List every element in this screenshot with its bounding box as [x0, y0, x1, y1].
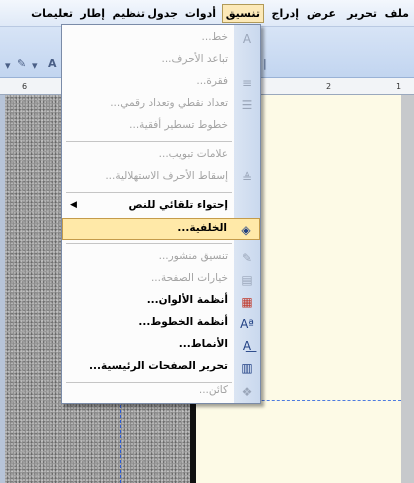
page-options-icon: ▤ — [241, 273, 253, 287]
fill-bucket-icon: ◈ — [241, 223, 251, 237]
menu-item-label: تحرير الصفحات الرئيسية... — [89, 360, 228, 372]
object-icon: ❖ — [241, 385, 253, 399]
font-icon: A — [242, 32, 252, 46]
menu-item-font[interactable]: A خط... — [62, 28, 260, 50]
menu-item-label: كائن... — [198, 384, 228, 396]
ruler-tick: 2 — [326, 82, 332, 91]
menu-item-character-spacing[interactable]: تباعد الأحرف... — [62, 50, 260, 72]
menu-separator — [66, 141, 232, 142]
master-pages-icon: ▥ — [241, 361, 253, 375]
menu-item-label: الأنماط... — [178, 338, 228, 350]
dropdown-arrow-icon[interactable]: ▾ — [32, 59, 38, 72]
menu-item-label: تباعد الأحرف... — [161, 53, 229, 65]
color-scheme-icon: ▦ — [241, 295, 253, 309]
menu-item-label: تنسيق منشور... — [158, 250, 228, 262]
menu-item-edit-master-pages[interactable]: ▥ تحرير الصفحات الرئيسية... — [62, 357, 260, 379]
menu-item-label: فقرة... — [196, 75, 228, 87]
font-scheme-icon: Aª — [240, 317, 254, 331]
dropcap-icon: ≜ — [241, 171, 253, 185]
dropdown-arrow-icon[interactable]: ▾ — [5, 59, 11, 72]
menu-bar: ملف تحرير عرض إدراج تنسيق أدوات جدول تنظ… — [0, 0, 414, 27]
publication-icon: ✎ — [241, 251, 253, 265]
paragraph-icon: ≡ — [241, 76, 253, 90]
menu-item-label: أنظمة الألوان... — [146, 294, 228, 306]
menu-insert[interactable]: إدراج — [269, 5, 302, 22]
menu-file[interactable]: ملف — [382, 5, 412, 22]
menu-item-label: خيارات الصفحة... — [150, 272, 228, 284]
ruler-tick: 1 — [396, 82, 402, 91]
menu-item-label: أنظمة الخطوط... — [138, 316, 228, 328]
font-color-icon[interactable]: A — [48, 57, 57, 70]
menu-item-label: تعداد نقطي وتعداد رقمي... — [110, 97, 228, 109]
bullets-icon: ☰ — [241, 98, 253, 112]
menu-item-horizontal-rules[interactable]: خطوط تسطير أفقية... — [62, 116, 260, 138]
menu-item-label: خطوط تسطير أفقية... — [129, 119, 228, 131]
menu-item-label: إحتواء تلقائي للنص — [128, 199, 228, 211]
menu-format[interactable]: تنسيق — [221, 4, 264, 23]
page-margin-area — [401, 95, 414, 483]
menu-item-label: الخلفية... — [177, 222, 227, 234]
menu-item-object[interactable]: ❖ كائن... — [62, 381, 260, 403]
menu-item-styles[interactable]: A͟ الأنماط... — [62, 335, 260, 357]
menu-help[interactable]: تعليمات — [28, 5, 76, 22]
menu-separator — [66, 192, 232, 193]
menu-item-background[interactable]: ◈ الخلفية... — [62, 218, 260, 240]
menu-view[interactable]: عرض — [304, 5, 339, 22]
menu-separator — [66, 243, 232, 244]
menu-item-drop-cap[interactable]: ≜ إسقاط الأحرف الاستهلالية... — [62, 167, 260, 189]
ruler-tick: 6 — [22, 82, 28, 91]
menu-tools[interactable]: أدوات — [182, 5, 219, 22]
menu-arrange[interactable]: تنظيم — [110, 5, 148, 22]
menu-window[interactable]: إطار — [77, 5, 108, 22]
menu-edit[interactable]: تحرير — [344, 5, 380, 22]
menu-item-font-schemes[interactable]: Aª أنظمة الخطوط... — [62, 313, 260, 335]
menu-item-color-schemes[interactable]: ▦ أنظمة الألوان... — [62, 291, 260, 313]
menu-item-label: إسقاط الأحرف الاستهلالية... — [105, 170, 228, 182]
submenu-arrow-icon: ◀ — [70, 200, 77, 210]
menu-table[interactable]: جدول — [144, 5, 181, 22]
menu-item-label: علامات تبويب... — [158, 148, 228, 160]
menu-item-bullets-numbering[interactable]: ☰ تعداد نقطي وتعداد رقمي... — [62, 94, 260, 116]
pen-icon[interactable]: ✎ — [17, 57, 26, 70]
menu-item-format-publication[interactable]: ✎ تنسيق منشور... — [62, 247, 260, 269]
styles-icon: A͟ — [242, 339, 252, 353]
menu-item-page-options[interactable]: ▤ خيارات الصفحة... — [62, 269, 260, 291]
format-menu: A خط... تباعد الأحرف... ≡ فقرة... ☰ تعدا… — [61, 24, 261, 404]
separator-icon: | — [263, 57, 267, 70]
menu-item-paragraph[interactable]: ≡ فقرة... — [62, 72, 260, 94]
menu-item-tabs[interactable]: علامات تبويب... — [62, 145, 260, 167]
menu-item-autofit-text[interactable]: ◀ إحتواء تلقائي للنص — [62, 196, 260, 218]
menu-item-label: خط... — [201, 31, 228, 43]
